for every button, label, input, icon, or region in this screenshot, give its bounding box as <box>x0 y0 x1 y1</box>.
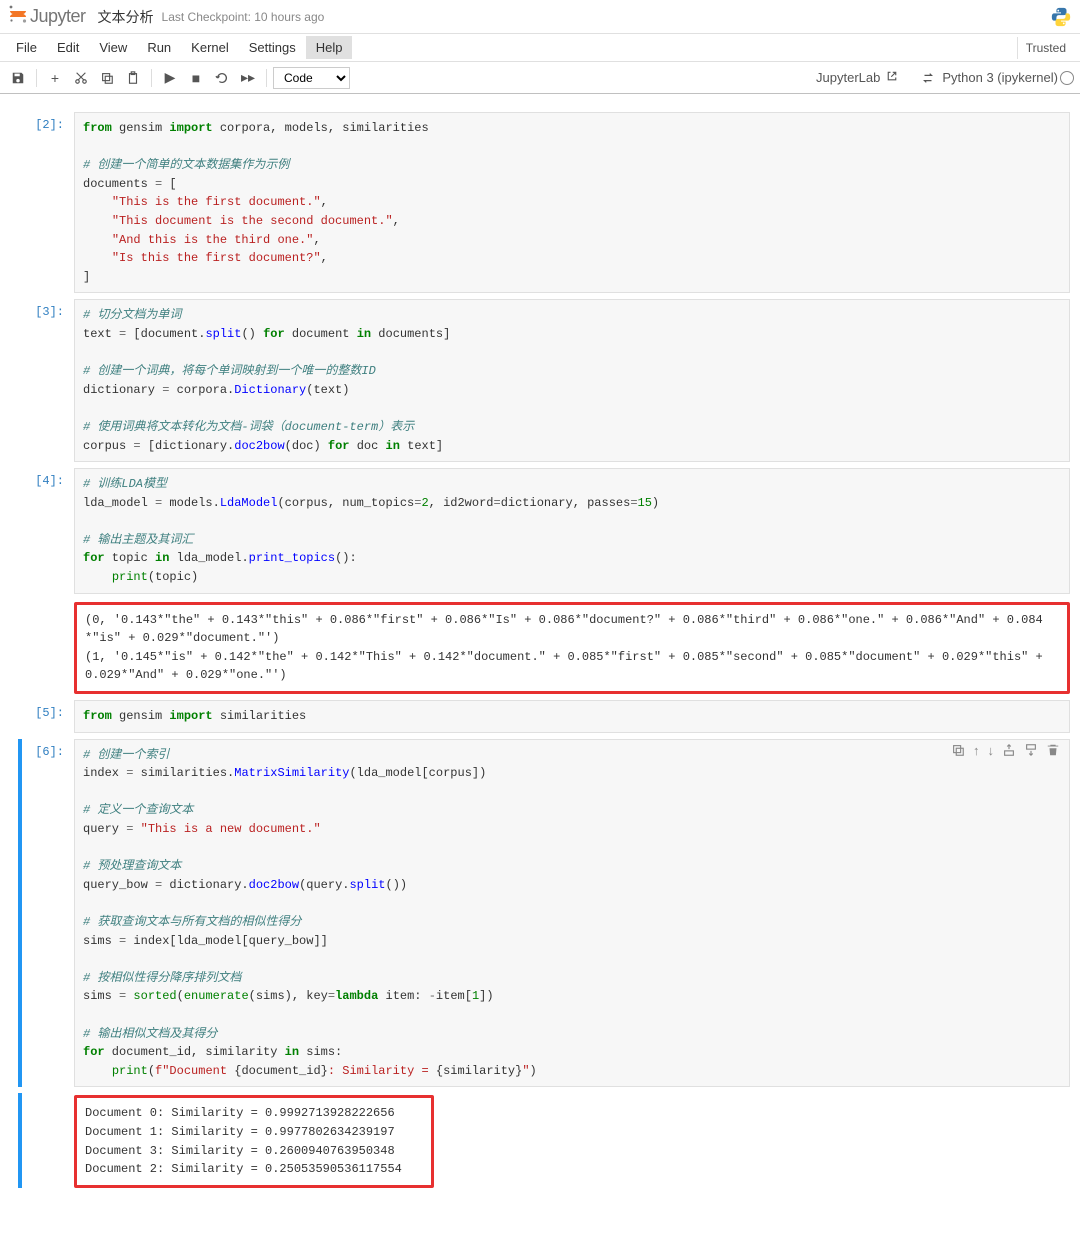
code-editor[interactable]: # 训练LDA模型 lda_model = models.LdaModel(co… <box>74 468 1070 594</box>
menu-help[interactable]: Help <box>306 36 353 59</box>
kernel-status-icon[interactable] <box>1060 71 1074 85</box>
code-cell[interactable]: [2]:from gensim import corpora, models, … <box>10 112 1070 293</box>
python-logo-icon <box>1050 6 1072 28</box>
menu-file[interactable]: File <box>6 36 47 59</box>
execution-count: [2]: <box>10 112 74 293</box>
code-editor[interactable]: from gensim import corpora, models, simi… <box>74 112 1070 293</box>
kernel-switch-icon[interactable] <box>916 66 940 90</box>
menu-view[interactable]: View <box>89 36 137 59</box>
document-title[interactable]: 文本分析 <box>98 7 154 27</box>
output-cell: (0, '0.143*"the" + 0.143*"this" + 0.086*… <box>10 600 1070 694</box>
run-button[interactable]: ▶ <box>158 66 182 90</box>
menu-edit[interactable]: Edit <box>47 36 89 59</box>
execution-count: [4]: <box>10 468 74 594</box>
menu-bar: FileEditViewRunKernelSettingsHelp Truste… <box>0 34 1080 62</box>
output-cell: Document 0: Similarity = 0.9992713928222… <box>10 1093 1070 1187</box>
code-cell[interactable]: [6]:↑↓# 创建一个索引 index = similarities.Matr… <box>10 739 1070 1088</box>
code-editor[interactable]: # 创建一个索引 index = similarities.MatrixSimi… <box>74 739 1070 1088</box>
cell-output: (0, '0.143*"the" + 0.143*"this" + 0.086*… <box>74 602 1070 694</box>
move-down-icon[interactable]: ↓ <box>988 743 995 760</box>
interrupt-button[interactable]: ■ <box>184 66 208 90</box>
jupyter-logo-text: Jupyter <box>30 6 86 27</box>
cell-type-select[interactable]: Code <box>273 67 350 89</box>
move-up-icon[interactable]: ↑ <box>973 743 980 760</box>
insert-cell-button[interactable]: + <box>43 66 67 90</box>
save-button[interactable] <box>6 66 30 90</box>
trusted-indicator[interactable]: Trusted <box>1017 37 1074 59</box>
restart-button[interactable] <box>210 66 234 90</box>
execution-count: [5]: <box>10 700 74 733</box>
notebook-area: [2]:from gensim import corpora, models, … <box>0 94 1080 1234</box>
cell-output: Document 0: Similarity = 0.9992713928222… <box>74 1095 434 1187</box>
execution-count: [3]: <box>10 299 74 462</box>
toolbar: + ▶ ■ ▸▸ Code JupyterLab Python 3 (ipyke… <box>0 62 1080 94</box>
top-bar: Jupyter 文本分析 Last Checkpoint: 10 hours a… <box>0 0 1080 34</box>
code-cell[interactable]: [4]:# 训练LDA模型 lda_model = models.LdaMode… <box>10 468 1070 594</box>
insert-above-icon[interactable] <box>1002 743 1016 760</box>
jupyter-logo[interactable]: Jupyter <box>8 4 86 30</box>
delete-icon[interactable] <box>1046 743 1060 760</box>
paste-button[interactable] <box>121 66 145 90</box>
checkpoint-text: Last Checkpoint: 10 hours ago <box>162 10 325 24</box>
kernel-name[interactable]: Python 3 (ipykernel) <box>942 70 1058 85</box>
cut-button[interactable] <box>69 66 93 90</box>
jupyter-logo-icon <box>8 4 28 30</box>
menu-settings[interactable]: Settings <box>239 36 306 59</box>
code-editor[interactable]: # 切分文档为单词 text = [document.split() for d… <box>74 299 1070 462</box>
execution-count: [6]: <box>10 739 74 1088</box>
code-cell[interactable]: [3]:# 切分文档为单词 text = [document.split() f… <box>10 299 1070 462</box>
open-jupyterlab-link[interactable]: JupyterLab <box>816 70 898 85</box>
code-cell[interactable]: [5]:from gensim import similarities <box>10 700 1070 733</box>
code-editor[interactable]: from gensim import similarities <box>74 700 1070 733</box>
copy-button[interactable] <box>95 66 119 90</box>
cell-toolbar: ↑↓ <box>951 743 1060 760</box>
menu-kernel[interactable]: Kernel <box>181 36 239 59</box>
duplicate-icon[interactable] <box>951 743 965 760</box>
menu-run[interactable]: Run <box>137 36 181 59</box>
restart-run-all-button[interactable]: ▸▸ <box>236 66 260 90</box>
insert-below-icon[interactable] <box>1024 743 1038 760</box>
external-link-icon <box>886 70 898 85</box>
